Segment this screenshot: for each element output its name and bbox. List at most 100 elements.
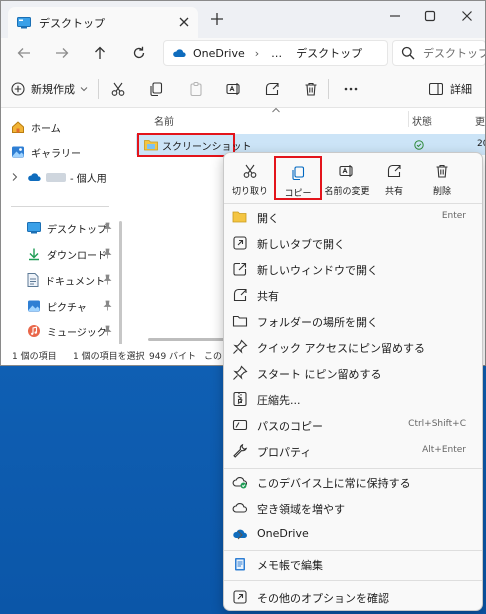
menu-divider bbox=[224, 550, 482, 551]
menu-item-open[interactable]: 開く Enter bbox=[224, 205, 482, 229]
menu-item-share[interactable]: 共有 bbox=[224, 283, 482, 307]
column-header-updated[interactable]: 更 bbox=[475, 113, 485, 128]
menu-item-onedrive[interactable]: OneDrive bbox=[224, 522, 482, 546]
pin-icon bbox=[232, 339, 248, 355]
sidebar-item-desktop[interactable]: デスクトップ bbox=[27, 218, 112, 238]
back-arrow-icon[interactable] bbox=[15, 44, 33, 62]
column-header-name[interactable]: 名前 bbox=[154, 113, 174, 128]
address-bar[interactable]: OneDrive › … デスクトップ bbox=[163, 40, 388, 66]
delete-icon[interactable] bbox=[302, 80, 320, 98]
properties-wrench-icon bbox=[232, 443, 248, 459]
notepad-icon bbox=[232, 556, 248, 572]
sidebar-scrollbar[interactable] bbox=[119, 221, 122, 346]
folder-open-icon bbox=[232, 209, 248, 225]
menu-item-label: 共有 bbox=[257, 290, 279, 303]
context-share-button[interactable]: 共有 bbox=[370, 156, 418, 200]
breadcrumb-separator-icon: › bbox=[254, 46, 260, 60]
more-options-icon[interactable] bbox=[342, 80, 360, 98]
status-extra: この bbox=[204, 352, 223, 362]
tab-close-icon[interactable] bbox=[177, 15, 191, 29]
menu-item-show-more-options[interactable]: その他のオプションを確認 bbox=[224, 585, 482, 609]
file-name: スクリーンショット bbox=[162, 141, 252, 153]
sidebar-item-label: ドキュメント bbox=[45, 276, 105, 288]
new-button[interactable]: 新規作成 bbox=[11, 80, 88, 98]
desktop-folder-icon bbox=[17, 16, 31, 29]
rename-icon[interactable] bbox=[225, 80, 243, 98]
share-icon bbox=[232, 287, 248, 303]
sidebar-item-documents[interactable]: ドキュメント bbox=[27, 270, 112, 290]
desktop-folder-icon bbox=[27, 222, 41, 234]
sidebar-item-pictures[interactable]: ピクチャ bbox=[27, 296, 112, 316]
sidebar-item-home[interactable]: ホーム bbox=[11, 117, 61, 137]
breadcrumb-desktop[interactable]: デスクトップ bbox=[296, 45, 362, 61]
search-input[interactable] bbox=[423, 46, 485, 60]
sidebar-item-music[interactable]: ミュージック bbox=[27, 321, 112, 341]
menu-item-edit-notepad[interactable]: メモ帳で編集 bbox=[224, 552, 482, 576]
close-window-icon[interactable] bbox=[453, 6, 481, 26]
search-box[interactable] bbox=[392, 40, 485, 66]
context-rename-button[interactable]: 名前の変更 bbox=[322, 156, 372, 200]
music-icon bbox=[27, 324, 41, 338]
menu-item-copy-path[interactable]: パスのコピー Ctrl+Shift+C bbox=[224, 413, 482, 437]
column-header-status[interactable]: 状態 bbox=[412, 113, 432, 128]
plus-circle-icon bbox=[11, 82, 25, 96]
share-icon[interactable] bbox=[263, 80, 281, 98]
onedrive-cloud-icon bbox=[27, 172, 41, 182]
menu-item-open-new-window[interactable]: 新しいウィンドウで開く bbox=[224, 257, 482, 281]
cloud-download-icon bbox=[232, 474, 248, 490]
menu-item-pin-quick-access[interactable]: クイック アクセスにピン留めする bbox=[224, 335, 482, 359]
sidebar-item-downloads[interactable]: ダウンロード bbox=[27, 244, 112, 264]
forward-arrow-icon[interactable] bbox=[53, 44, 71, 62]
up-arrow-icon[interactable] bbox=[91, 44, 109, 62]
menu-item-compress[interactable]: 圧縮先... bbox=[224, 387, 482, 411]
open-in-new-tab-icon bbox=[232, 235, 248, 251]
menu-item-label: その他のオプションを確認 bbox=[257, 592, 389, 605]
menu-item-label: 圧縮先... bbox=[257, 394, 301, 407]
context-cut-button[interactable]: 切り取り bbox=[226, 156, 274, 200]
menu-item-open-new-tab[interactable]: 新しいタブで開く bbox=[224, 231, 482, 255]
maximize-icon[interactable] bbox=[416, 6, 444, 26]
menu-item-pin-start[interactable]: スタート にピン留めする bbox=[224, 361, 482, 385]
sort-up-icon bbox=[271, 107, 281, 113]
sidebar-item-label: ダウンロード bbox=[47, 250, 107, 262]
breadcrumb-onedrive[interactable]: OneDrive bbox=[193, 47, 245, 60]
sidebar-item-label: ホーム bbox=[31, 123, 61, 135]
menu-item-free-up-space[interactable]: 空き領域を増やす bbox=[224, 496, 482, 520]
menu-item-shortcut: Enter bbox=[441, 211, 466, 221]
file-updated: 20 bbox=[477, 139, 485, 149]
menu-item-always-keep[interactable]: このデバイス上に常に保持する bbox=[224, 470, 482, 494]
file-item-screenshot[interactable]: スクリーンショット bbox=[137, 133, 252, 157]
new-tab-icon[interactable] bbox=[210, 12, 224, 26]
folder-outline-icon bbox=[232, 313, 248, 329]
menu-item-open-folder-location[interactable]: フォルダーの場所を開く bbox=[224, 309, 482, 333]
chevron-right-icon bbox=[232, 392, 248, 408]
gallery-icon bbox=[11, 145, 25, 159]
tool-label: 名前の変更 bbox=[324, 187, 370, 197]
context-delete-button[interactable]: 削除 bbox=[418, 156, 466, 200]
menu-item-properties[interactable]: プロパティ Alt+Enter bbox=[224, 439, 482, 463]
download-arrow-icon bbox=[27, 247, 41, 261]
breadcrumb-more[interactable]: … bbox=[271, 47, 282, 60]
details-button[interactable]: 詳細 bbox=[429, 80, 472, 98]
details-label: 詳細 bbox=[450, 83, 472, 96]
status-item-count: 1 個の項目 bbox=[12, 352, 57, 362]
sidebar-item-onedrive[interactable]: - 個人用 bbox=[11, 167, 107, 187]
paste-icon[interactable] bbox=[187, 80, 205, 98]
tool-label: コピー bbox=[284, 189, 312, 199]
minimize-icon[interactable] bbox=[381, 6, 409, 26]
sidebar-item-gallery[interactable]: ギャラリー bbox=[11, 142, 81, 162]
chevron-right-icon bbox=[232, 527, 248, 543]
tab-desktop[interactable]: デスクトップ bbox=[8, 7, 198, 38]
copy-icon[interactable] bbox=[147, 80, 165, 98]
refresh-icon[interactable] bbox=[130, 44, 148, 62]
sidebar-divider bbox=[11, 206, 109, 207]
open-in-new-window-icon bbox=[232, 261, 248, 277]
column-divider[interactable] bbox=[408, 111, 409, 127]
context-copy-button[interactable]: コピー bbox=[274, 156, 322, 200]
cut-icon bbox=[242, 163, 258, 179]
horizontal-scrollbar[interactable] bbox=[148, 338, 228, 341]
share-icon bbox=[386, 163, 402, 179]
cut-icon[interactable] bbox=[109, 80, 127, 98]
status-selected: 1 個の項目を選択 bbox=[73, 352, 145, 362]
copy-path-icon bbox=[232, 417, 248, 433]
